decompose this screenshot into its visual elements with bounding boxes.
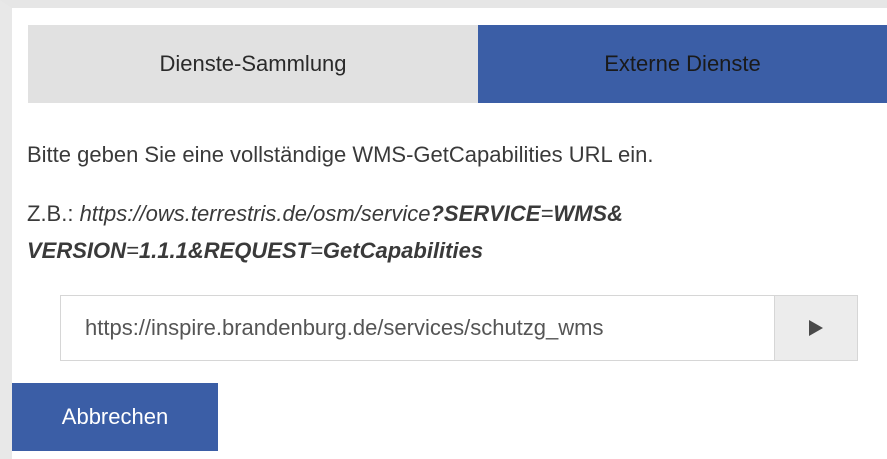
url-input[interactable] — [61, 296, 774, 360]
url-input-group — [60, 295, 858, 361]
example-eq1: = — [540, 201, 554, 226]
example-v2: 1.1.1&REQUEST — [138, 238, 311, 263]
play-icon — [809, 320, 823, 336]
instruction-text: Bitte geben Sie eine vollständige WMS-Ge… — [27, 142, 654, 167]
example-q1: ?SERVICE — [430, 201, 541, 226]
example-eq3: = — [310, 238, 323, 263]
tab-bar: Dienste-Sammlung Externe Dienste — [28, 25, 887, 103]
example-q2: VERSION — [27, 238, 127, 263]
example-v3: GetCapabilities — [322, 238, 484, 263]
example-v1: WMS& — [553, 201, 623, 226]
tab-dienste-sammlung[interactable]: Dienste-Sammlung — [28, 25, 478, 103]
tab-externe-dienste[interactable]: Externe Dienste — [478, 25, 887, 103]
submit-url-button[interactable] — [774, 296, 857, 360]
example-text: Z.B.: https://ows.terrestris.de/osm/serv… — [27, 195, 857, 269]
example-prefix: Z.B.: — [27, 201, 80, 226]
example-url-base: https://ows.terrestris.de/osm/service — [79, 201, 431, 226]
cancel-button[interactable]: Abbrechen — [12, 383, 218, 451]
example-eq2: = — [126, 238, 139, 263]
